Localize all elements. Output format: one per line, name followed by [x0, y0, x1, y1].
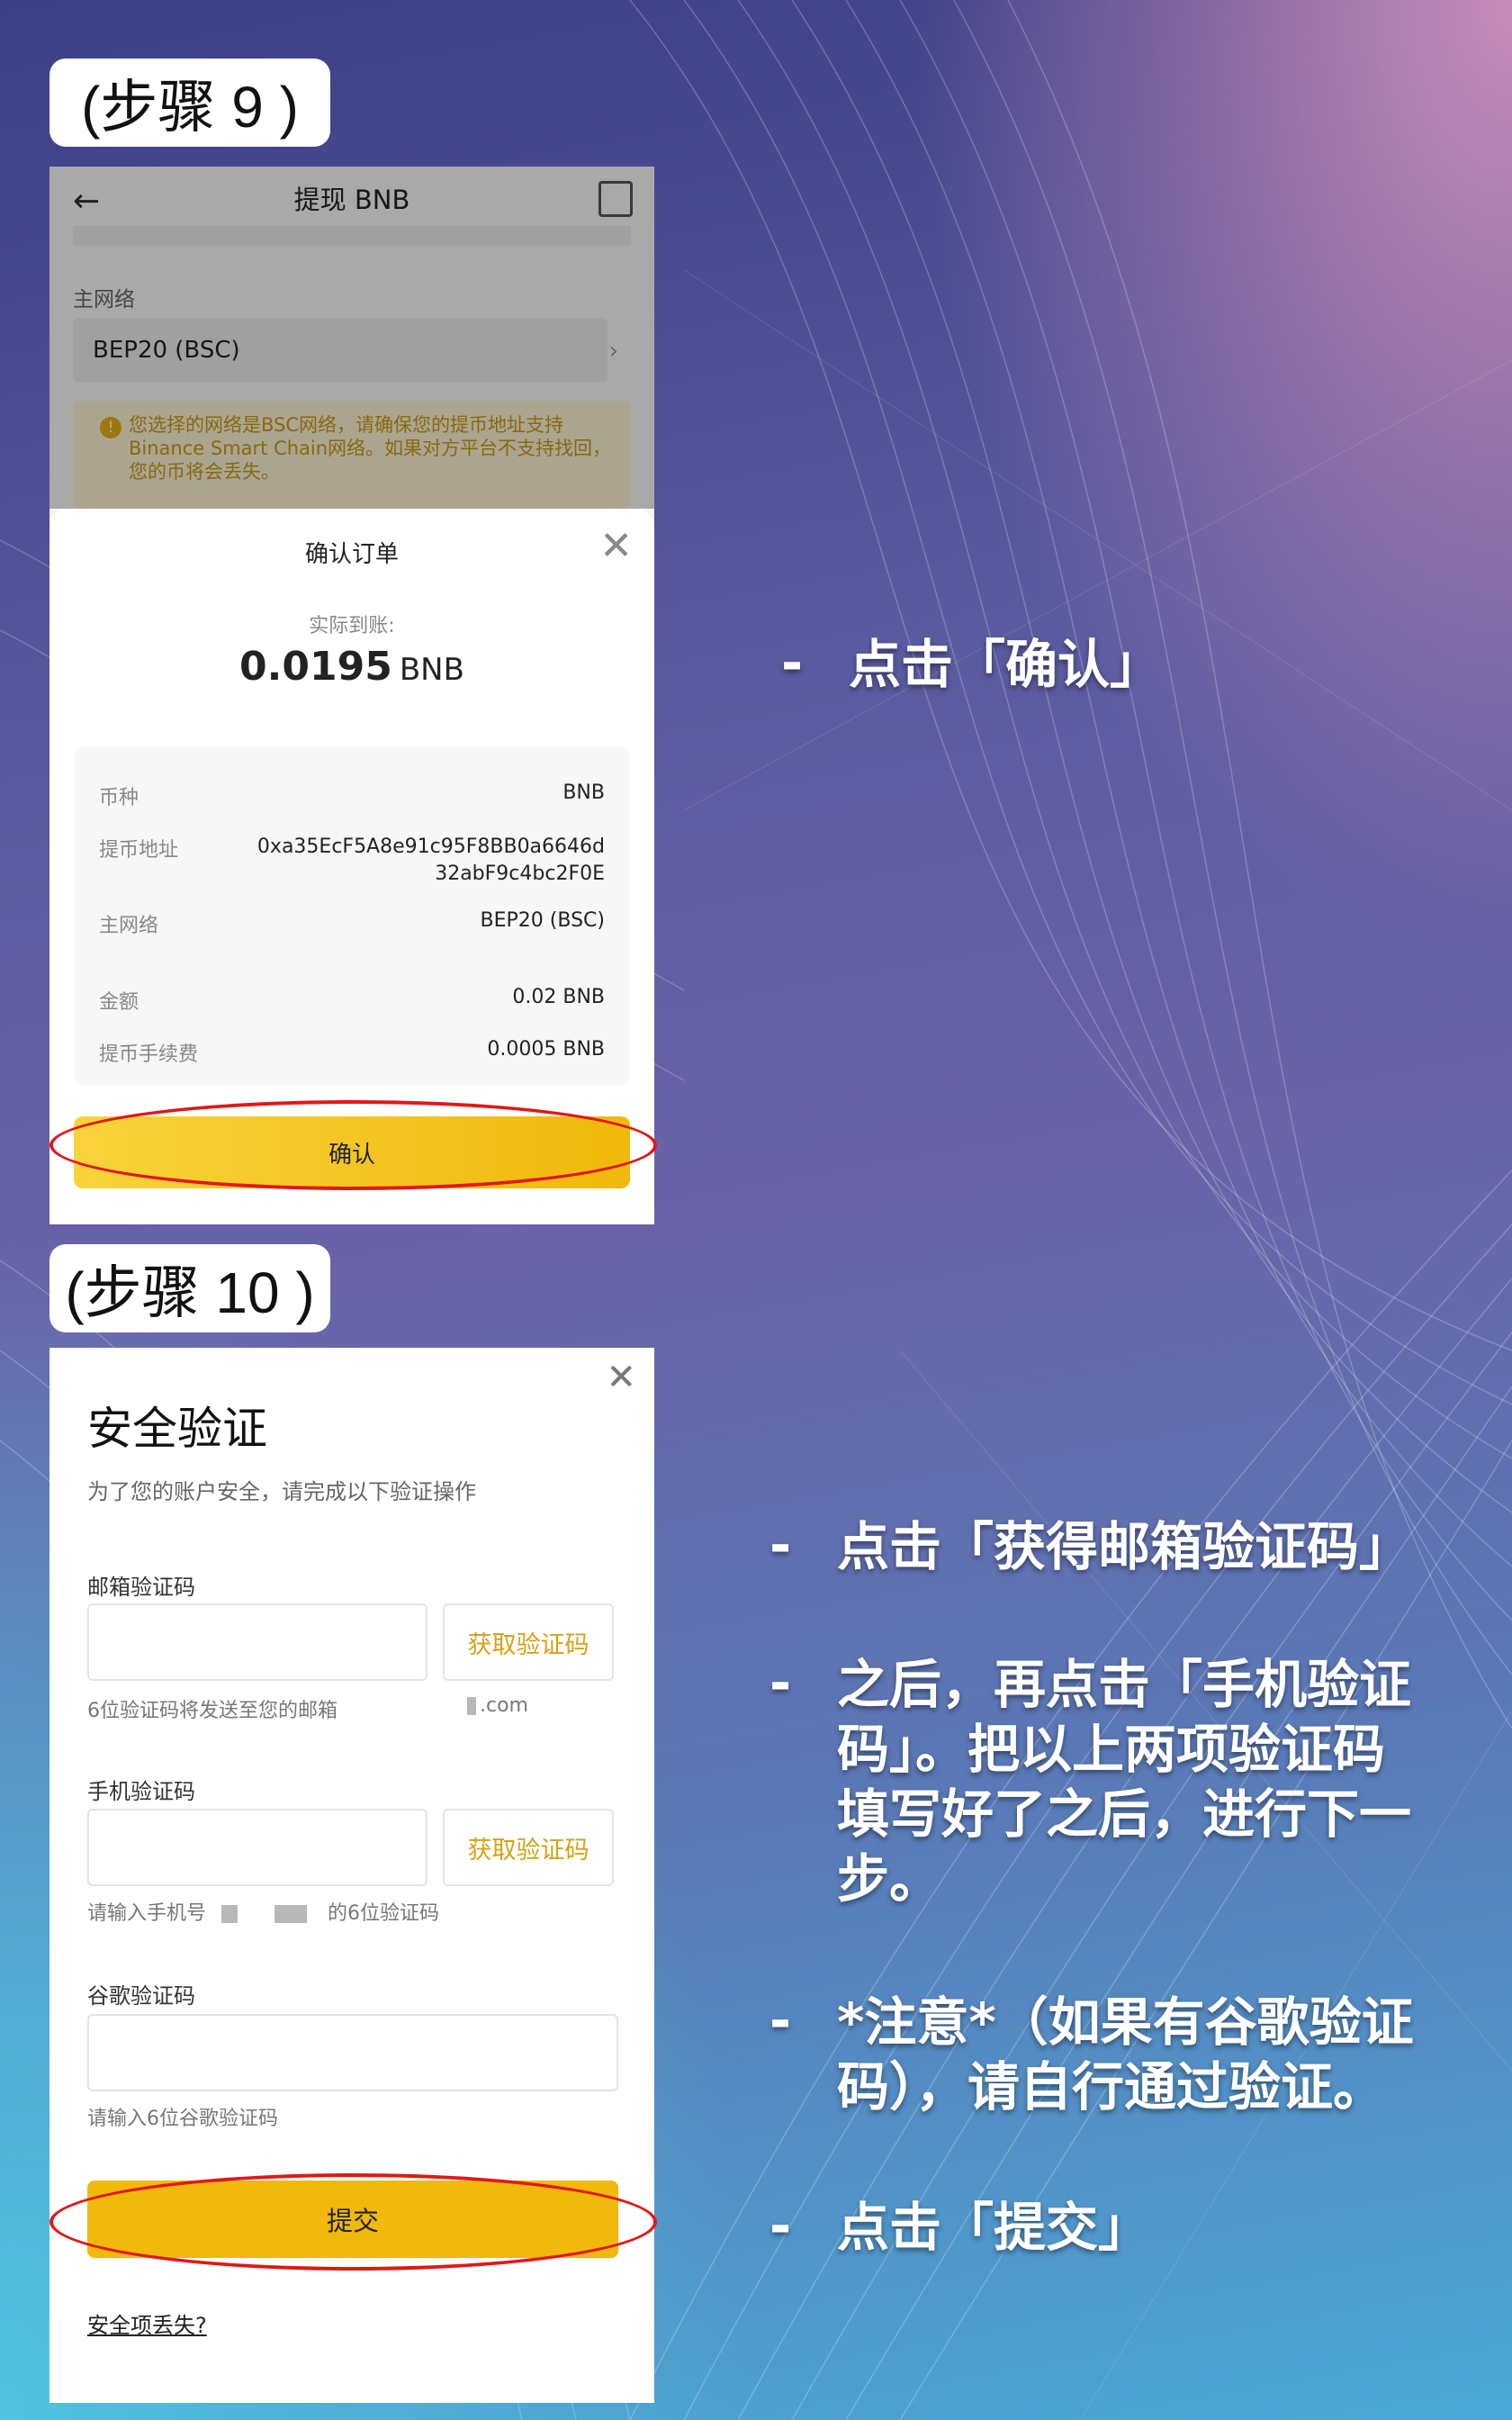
instruction-4: - *注意*（如果有谷歌验证 码），请自行通过验证。: [770, 1990, 1490, 2134]
instruction-text: *注意*（如果有谷歌验证 码），请自行通过验证。: [837, 1991, 1414, 2118]
detail-value: 0.02 BNB: [512, 986, 605, 1008]
detail-key: 主网络: [99, 915, 159, 937]
email-code-input[interactable]: [87, 1603, 428, 1681]
detail-key: 币种: [99, 787, 140, 809]
instruction-dash: -: [770, 1990, 792, 2051]
detail-key: 金额: [99, 991, 140, 1014]
received-unit: BNB: [399, 652, 464, 688]
detail-key: 提币手续费: [99, 1043, 199, 1066]
instruction-1: - 点击「确认」: [781, 632, 1483, 704]
phone-code-label: 手机验证码: [87, 1779, 195, 1804]
submit-highlight-ring: [50, 2173, 657, 2271]
email-code-hint: 6位验证码将发送至您的邮箱: [87, 1700, 338, 1722]
instruction-text: 点击「确认」: [849, 634, 1163, 695]
instruction-dash: -: [781, 632, 804, 693]
confirm-highlight-ring: [50, 1100, 657, 1190]
order-details: 币种 BNB 提币地址 0xa35EcF5A8e91c95F8BB0a6646d…: [75, 747, 629, 1085]
email-domain: .com: [480, 1694, 528, 1717]
email-code-label: 邮箱验证码: [87, 1575, 195, 1600]
email-get-code-button[interactable]: 获取验证码: [443, 1603, 614, 1681]
email-domain-hint: .com: [464, 1694, 528, 1717]
google-code-hint: 请输入6位谷歌验证码: [87, 2108, 278, 2130]
received-number: 0.0195: [239, 644, 392, 690]
google-code-input[interactable]: [87, 2014, 618, 2091]
masked-text: [274, 1905, 308, 1923]
instruction-dash: -: [770, 1514, 792, 1576]
received-amount: 0.0195 BNB: [50, 644, 654, 690]
instruction-text: 之后，再点击「手机验证 码」。把以上两项验证码 填写好了之后，进行下一 步。: [837, 1654, 1412, 1910]
email-get-code-label: 获取验证码: [467, 1630, 590, 1659]
masked-text: [221, 1905, 238, 1923]
close-icon[interactable]: ✕: [606, 1357, 636, 1398]
instruction-5: - 点击「提交」: [770, 2195, 1490, 2267]
instruction-dash: -: [770, 2195, 792, 2256]
instruction-text: 点击「获得邮箱验证码」: [837, 1516, 1412, 1577]
detail-value: BNB: [562, 781, 605, 804]
step-9-tag: (步骤 9 ): [50, 59, 330, 147]
close-icon[interactable]: ✕: [599, 527, 633, 566]
phone-hint-suffix: 的6位验证码: [328, 1902, 440, 1925]
sheet-title: 确认订单: [304, 541, 399, 568]
step-10-tag: (步骤 10 ): [50, 1244, 330, 1332]
detail-key: 提币地址: [99, 839, 179, 862]
google-code-label: 谷歌验证码: [87, 1983, 195, 2009]
step-9-tag-text: (步骤 9 ): [81, 75, 299, 140]
step-10-tag-text: (步骤 10 ): [65, 1260, 315, 1325]
instruction-3: - 之后，再点击「手机验证 码」。把以上两项验证码 填写好了之后，进行下一 步。: [770, 1652, 1490, 1922]
phone-hint-prefix: 请输入手机号: [87, 1902, 207, 1925]
instruction-2: - 点击「获得邮箱验证码」: [770, 1514, 1490, 1586]
step-9-screenshot: 提现 BNB ← 主网络 BEP20 (BSC) › ! 您选择的网络是BSC网…: [50, 167, 654, 1224]
detail-value: 0xa35EcF5A8e91c95F8BB0a6646d 32abF9c4bc2…: [256, 835, 605, 885]
verification-title: 安全验证: [87, 1403, 267, 1455]
instruction-dash: -: [770, 1652, 792, 1713]
masked-text: [467, 1697, 476, 1715]
verification-subtitle: 为了您的账户安全，请完成以下验证操作: [87, 1479, 476, 1504]
security-lost-link[interactable]: 安全项丢失?: [87, 2307, 207, 2339]
phone-get-code-button[interactable]: 获取验证码: [443, 1809, 614, 1886]
phone-get-code-label: 获取验证码: [467, 1836, 590, 1865]
phone-code-hint: 请输入手机号 的6位验证码: [87, 1897, 439, 1926]
detail-value: 0.0005 BNB: [487, 1038, 605, 1061]
instruction-text: 点击「提交」: [837, 2197, 1151, 2258]
detail-value: BEP20 (BSC): [480, 909, 605, 932]
received-label: 实际到账:: [309, 615, 395, 637]
phone-code-input[interactable]: [87, 1809, 428, 1886]
modal-overlay: [50, 167, 654, 509]
